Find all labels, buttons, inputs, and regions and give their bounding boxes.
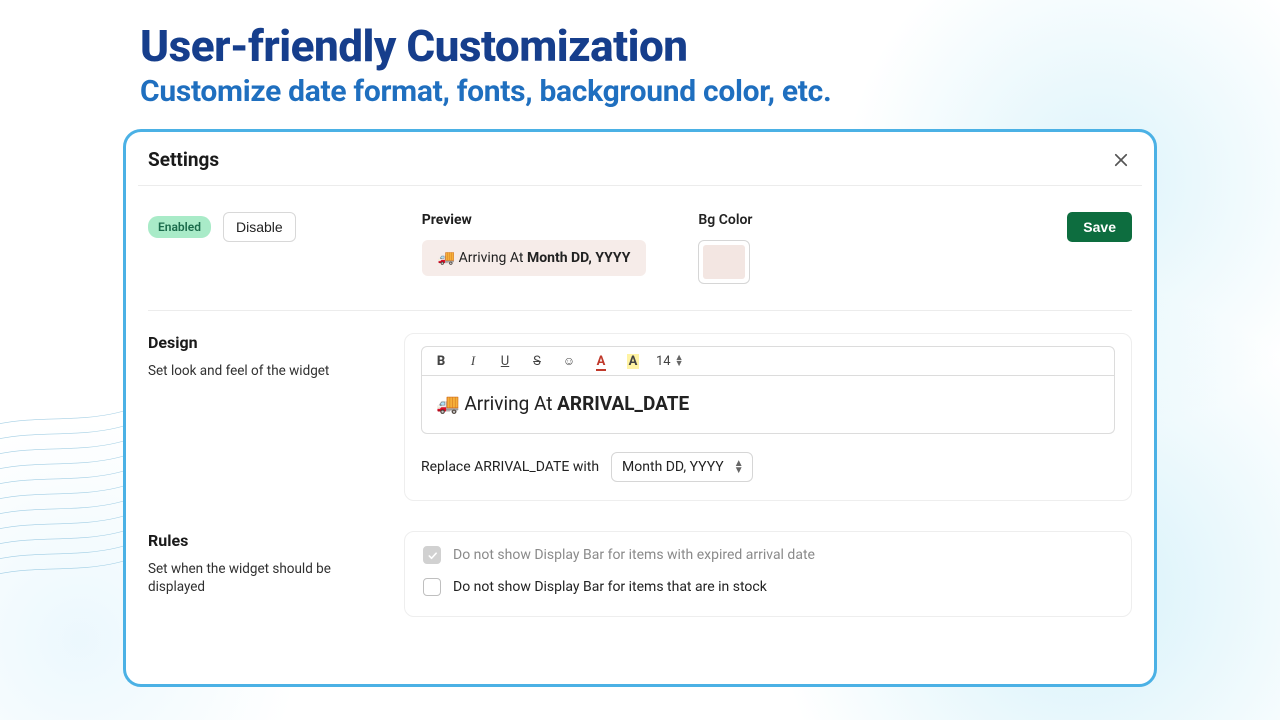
checkbox[interactable] <box>423 578 441 596</box>
rule-instock-label: Do not show Display Bar for items that a… <box>453 579 767 595</box>
rules-section: Rules Set when the widget should be disp… <box>126 527 1154 643</box>
editor-toolbar: B I U S ☺ A A 14 ▲▼ <box>421 346 1115 376</box>
design-desc: Set look and feel of the widget <box>148 362 370 380</box>
rule-instock: Do not show Display Bar for items that a… <box>423 578 1113 596</box>
chevrons-icon: ▲▼ <box>734 460 744 474</box>
design-section: Design Set look and feel of the widget B… <box>126 333 1154 527</box>
bg-color-swatch <box>703 245 745 279</box>
modal-title: Settings <box>148 148 219 171</box>
bg-color-label: Bg Color <box>698 212 752 228</box>
editor-prefix: 🚚 Arriving At <box>436 392 557 415</box>
save-button[interactable]: Save <box>1067 212 1132 242</box>
preview-prefix: 🚚 Arriving At <box>438 250 527 266</box>
text-color-icon[interactable]: A <box>592 354 610 369</box>
bg-color-picker[interactable] <box>698 240 750 284</box>
divider <box>148 310 1132 311</box>
italic-icon[interactable]: I <box>464 353 482 369</box>
rules-title: Rules <box>148 531 370 550</box>
preview-label: Preview <box>422 212 647 228</box>
underline-icon[interactable]: U <box>496 354 514 369</box>
bold-icon[interactable]: B <box>432 354 450 369</box>
date-format-value: Month DD, YYYY <box>622 459 724 475</box>
disable-button[interactable]: Disable <box>223 212 296 242</box>
highlight-icon[interactable]: A <box>624 354 642 369</box>
editor-body[interactable]: 🚚 Arriving At ARRIVAL_DATE <box>421 376 1115 434</box>
settings-modal: Settings Enabled Disable Preview 🚚 Arriv… <box>123 129 1157 687</box>
design-card: B I U S ☺ A A 14 ▲▼ 🚚 Arriving At ARRIVA… <box>404 333 1132 501</box>
rules-desc: Set when the widget should be displayed <box>148 560 370 596</box>
preview-chip: 🚚 Arriving At Month DD, YYYY <box>422 240 647 276</box>
preview-date: Month DD, YYYY <box>527 250 630 266</box>
status-badge-enabled: Enabled <box>148 216 211 238</box>
strike-icon[interactable]: S <box>528 354 546 369</box>
hero-subtitle: Customize date format, fonts, background… <box>140 74 1140 109</box>
hero-copy: User-friendly Customization Customize da… <box>0 0 1280 109</box>
rules-card: Do not show Display Bar for items with e… <box>404 531 1132 617</box>
rule-expired-label: Do not show Display Bar for items with e… <box>453 547 815 563</box>
close-icon[interactable] <box>1110 149 1132 171</box>
rule-expired: Do not show Display Bar for items with e… <box>423 546 1113 564</box>
date-format-select[interactable]: Month DD, YYYY ▲▼ <box>611 452 753 482</box>
checkbox-locked-icon <box>423 546 441 564</box>
hero-title: User-friendly Customization <box>140 20 1140 72</box>
editor-token: ARRIVAL_DATE <box>557 392 689 415</box>
font-size-select[interactable]: 14 ▲▼ <box>656 354 684 369</box>
emoji-icon[interactable]: ☺ <box>560 354 578 368</box>
design-title: Design <box>148 333 370 352</box>
font-size-value: 14 <box>656 354 671 369</box>
chevrons-icon: ▲▼ <box>675 355 684 367</box>
settings-top-row: Enabled Disable Preview 🚚 Arriving At Mo… <box>126 186 1154 310</box>
replace-label: Replace ARRIVAL_DATE with <box>421 459 599 475</box>
